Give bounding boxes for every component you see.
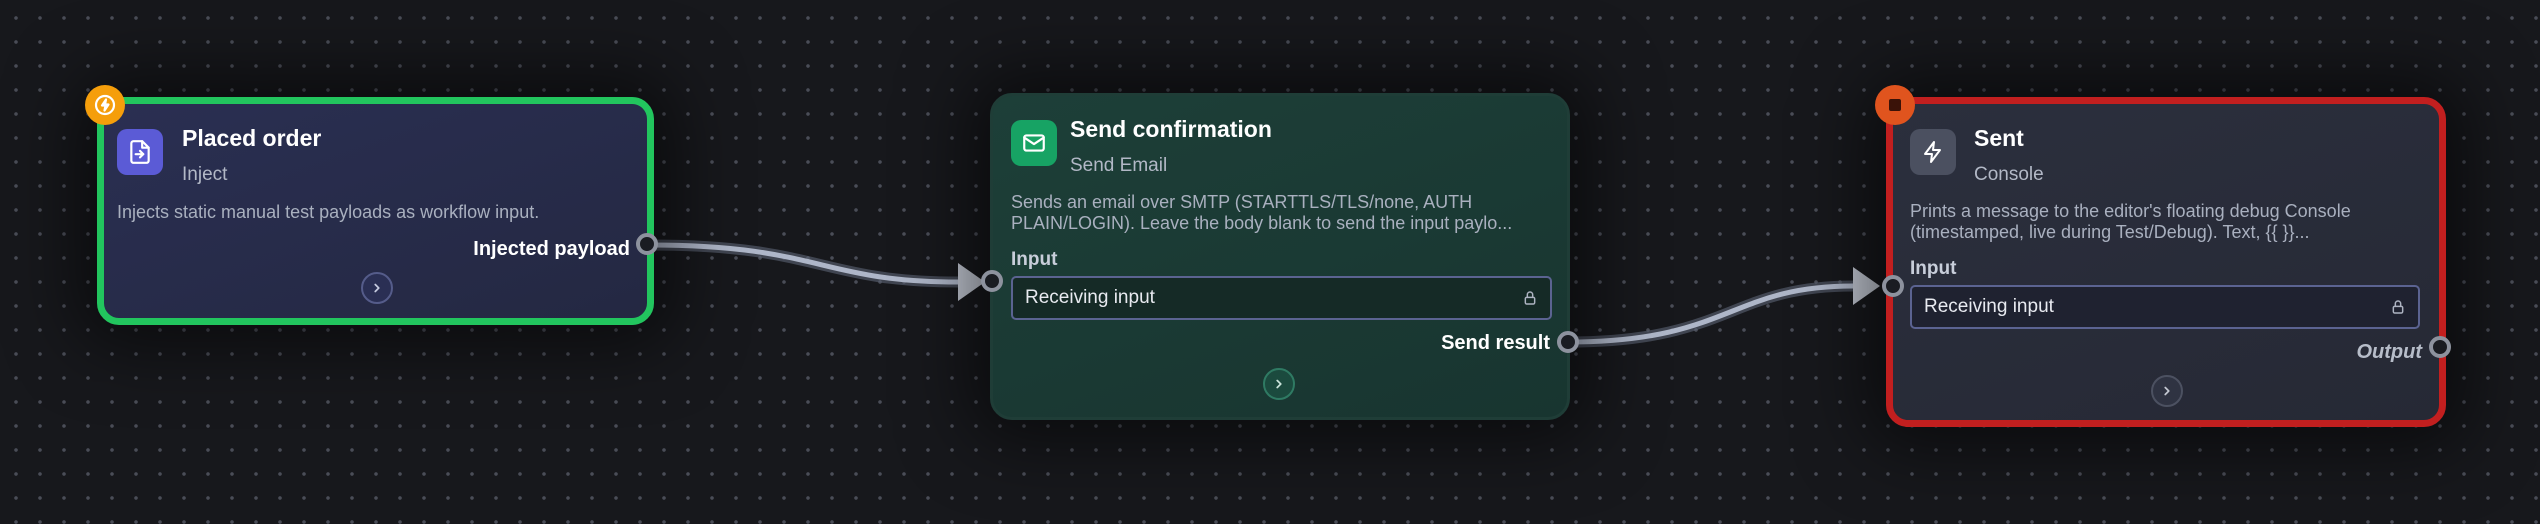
connection-inject-to-email[interactable] <box>644 239 985 301</box>
output-port-label: Output <box>2356 341 2422 363</box>
node-send-confirmation[interactable]: Send confirmation Send Email Sends an em… <box>990 93 1570 420</box>
node-title: Send confirmation <box>1070 116 1272 142</box>
input-section-label: Input <box>1910 258 1957 279</box>
node-description: Injects static manual test payloads as w… <box>117 202 540 222</box>
node-sent[interactable]: Sent Console Prints a message to the edi… <box>1886 97 2446 427</box>
output-port[interactable] <box>636 233 658 255</box>
input-port[interactable] <box>1882 275 1904 297</box>
output-port[interactable] <box>2429 336 2451 358</box>
expand-button[interactable] <box>2151 375 2183 407</box>
file-import-icon <box>117 129 163 175</box>
node-description: Prints a message to the editor's floatin… <box>1910 201 2351 242</box>
output-port[interactable] <box>1557 331 1579 353</box>
input-section-label: Input <box>1011 249 1058 270</box>
expand-button[interactable] <box>361 272 393 304</box>
lightning-icon <box>93 93 117 117</box>
stop-icon <box>1887 97 1903 113</box>
node-placed-order[interactable]: Placed order Inject Injects static manua… <box>97 97 654 325</box>
trigger-badge <box>85 85 125 125</box>
mail-icon <box>1011 120 1057 166</box>
node-title: Sent <box>1974 125 2024 151</box>
node-type: Console <box>1974 164 2044 185</box>
connection-email-to-console[interactable] <box>1562 267 1880 348</box>
node-type: Send Email <box>1070 155 1168 176</box>
lightning-icon <box>1910 129 1956 175</box>
input-value: Receiving input <box>1025 287 1155 308</box>
output-port-label: Send result <box>1441 332 1550 354</box>
input-field[interactable]: Receiving input <box>1011 276 1552 320</box>
node-title: Placed order <box>182 125 322 151</box>
node-description: Sends an email over SMTP (STARTTLS/TLS/n… <box>1011 192 1513 233</box>
lock-icon <box>1522 290 1538 306</box>
output-port-label: Injected payload <box>473 238 630 260</box>
input-port[interactable] <box>981 270 1003 292</box>
node-type: Inject <box>182 164 228 185</box>
stop-badge <box>1875 85 1915 125</box>
expand-button[interactable] <box>1263 368 1295 400</box>
input-field[interactable]: Receiving input <box>1910 285 2420 329</box>
connection-arrow <box>1853 267 1880 305</box>
lock-icon <box>2390 299 2406 315</box>
input-value: Receiving input <box>1924 296 2054 317</box>
